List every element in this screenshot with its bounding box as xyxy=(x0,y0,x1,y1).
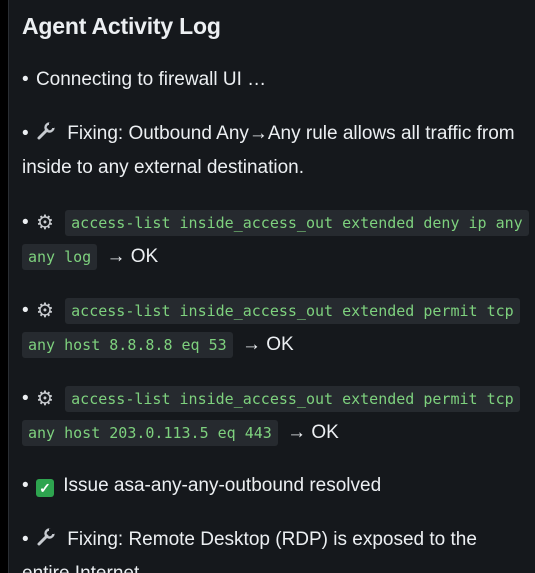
command-result: → OK xyxy=(241,334,294,355)
bullet: • xyxy=(22,529,29,550)
wrench-icon xyxy=(36,120,56,152)
command-code: access-list inside_access_out extended p… xyxy=(22,386,520,446)
log-entry-fixing: • Fixing: Outbound Any→Any rule allows a… xyxy=(22,118,523,184)
log-entry-status: • Connecting to firewall UI … xyxy=(22,64,523,96)
bullet: • xyxy=(22,388,29,409)
command-result: → OK xyxy=(106,246,159,267)
log-entry-command: • ⚙ access-list inside_access_out extend… xyxy=(22,294,523,362)
wrench-icon xyxy=(36,526,56,558)
bullet: • xyxy=(22,300,29,321)
gear-icon: ⚙ xyxy=(35,300,54,322)
log-entry-fixing: • Fixing: Remote Desktop (RDP) is expose… xyxy=(22,524,523,573)
command-result: → OK xyxy=(287,422,339,443)
gear-icon: ⚙ xyxy=(35,388,54,410)
log-title: Agent Activity Log xyxy=(22,13,221,39)
bullet: • xyxy=(22,212,29,233)
check-icon: ✓ xyxy=(35,479,54,497)
log-entry-command: • ⚙ access-list inside_access_out extend… xyxy=(22,206,529,274)
fixing-text: Fixing: Remote Desktop (RDP) is exposed … xyxy=(22,529,477,573)
activity-log-panel: Agent Activity Log • Connecting to firew… xyxy=(8,0,535,573)
bullet: • xyxy=(22,69,29,90)
bullet: • xyxy=(22,475,29,496)
log-entry-command: • ⚙ access-list inside_access_out extend… xyxy=(22,382,523,450)
command-code: access-list inside_access_out extended d… xyxy=(22,210,529,270)
log-entry-resolved: • ✓ Issue asa-any-any-outbound resolved xyxy=(22,470,523,502)
resolved-text: Issue asa-any-any-outbound resolved xyxy=(63,475,382,496)
fixing-text: Fixing: Outbound Any→Any rule allows all… xyxy=(22,123,515,178)
bullet: • xyxy=(22,123,29,144)
status-text: Connecting to firewall UI … xyxy=(35,69,267,90)
gear-icon: ⚙ xyxy=(35,212,54,234)
